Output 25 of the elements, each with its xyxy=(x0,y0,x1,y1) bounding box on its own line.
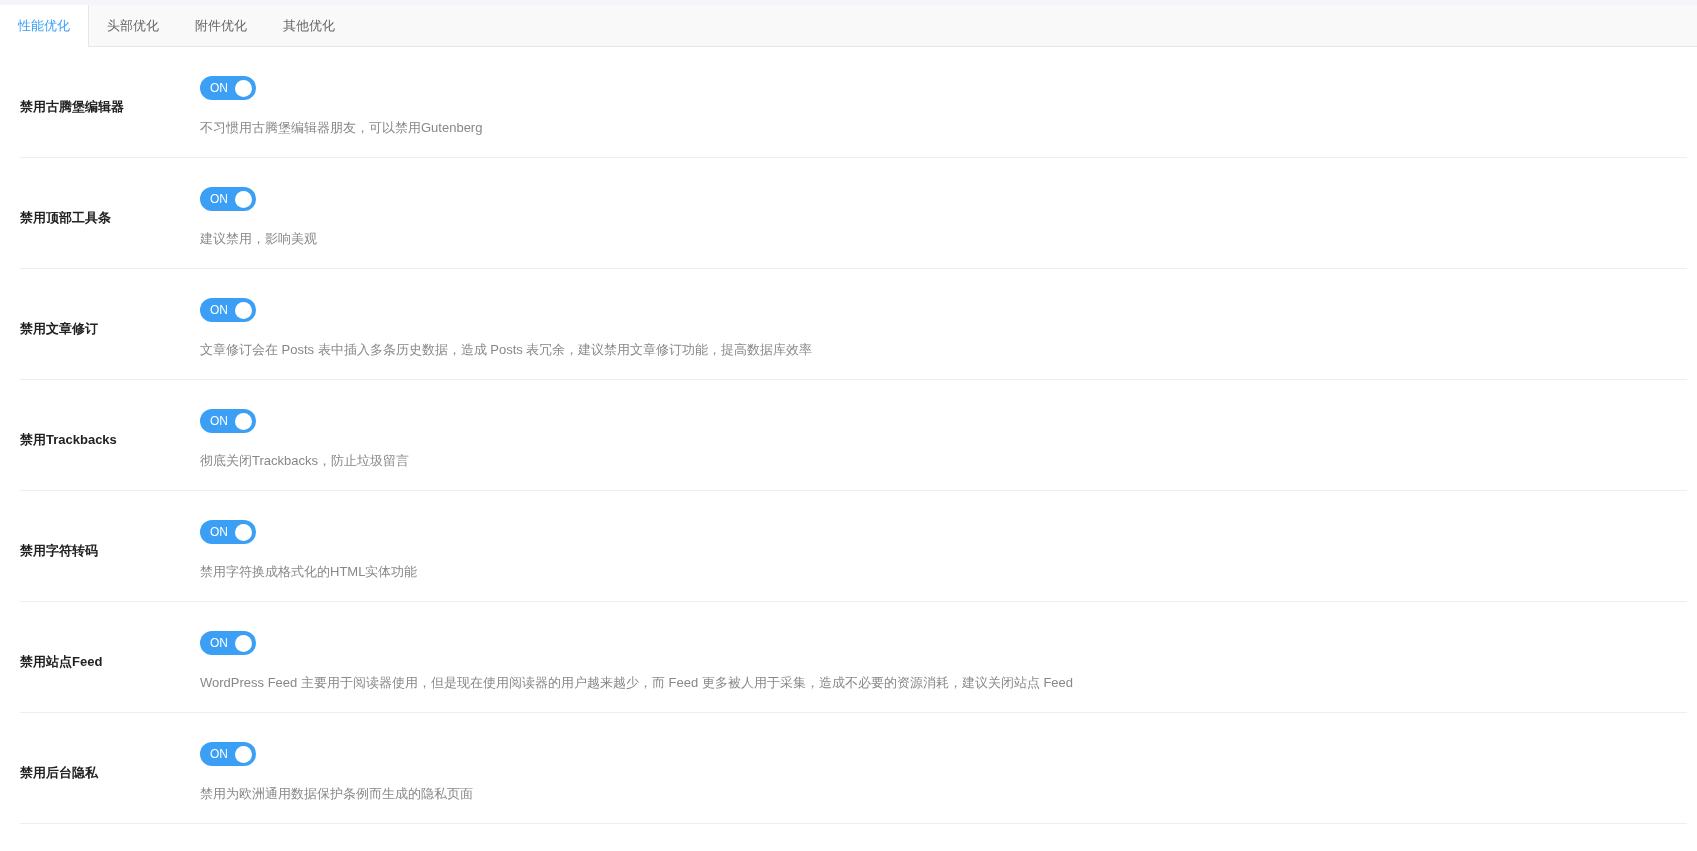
tab[interactable]: 其他优化 xyxy=(265,5,353,47)
toggle-switch[interactable]: ON xyxy=(200,520,256,544)
setting-description: 建议禁用，影响美观 xyxy=(200,230,317,248)
toggle-switch[interactable]: ON xyxy=(200,742,256,766)
setting-label: 禁用Trackbacks xyxy=(20,430,118,449)
toggle-switch[interactable]: ON xyxy=(200,631,256,655)
setting-label: 禁用古腾堡编辑器 xyxy=(20,97,125,116)
toggle-switch[interactable]: ON xyxy=(200,76,256,100)
setting-description: 禁用字符换成格式化的HTML实体功能 xyxy=(200,563,418,581)
toggle-switch[interactable]: ON xyxy=(200,298,256,322)
tab[interactable]: 性能优化 xyxy=(0,5,89,47)
setting-description: 不习惯用古腾堡编辑器朋友，可以禁用Gutenberg xyxy=(200,119,483,137)
setting-label: 禁用字符转码 xyxy=(20,541,99,560)
tab[interactable]: 附件优化 xyxy=(177,5,265,47)
setting-description: WordPress Feed 主要用于阅读器使用，但是现在使用阅读器的用户越来越少，而 Feed 更多被人用于采集，造成不必要的资源消耗，建议关闭站点 Feed xyxy=(200,674,1073,692)
setting-description: 禁用为欧洲通用数据保护条例而生成的隐私页面 xyxy=(200,785,473,803)
tab[interactable]: 头部优化 xyxy=(89,5,177,47)
setting-label: 禁用站点Feed xyxy=(20,652,104,671)
setting-label: 禁用顶部工具条 xyxy=(20,208,112,227)
setting-label: 禁用后台隐私 xyxy=(20,763,99,782)
setting-description: 文章修订会在 Posts 表中插入多条历史数据，造成 Posts 表冗余，建议禁用文章修订功能，提高数据库效率 xyxy=(200,341,813,359)
toggle-switch[interactable]: ON xyxy=(200,187,256,211)
setting-description: 彻底关闭Trackbacks，防止垃圾留言 xyxy=(200,452,409,470)
toggle-switch[interactable]: ON xyxy=(200,409,256,433)
setting-label: 禁用文章修订 xyxy=(20,319,99,338)
